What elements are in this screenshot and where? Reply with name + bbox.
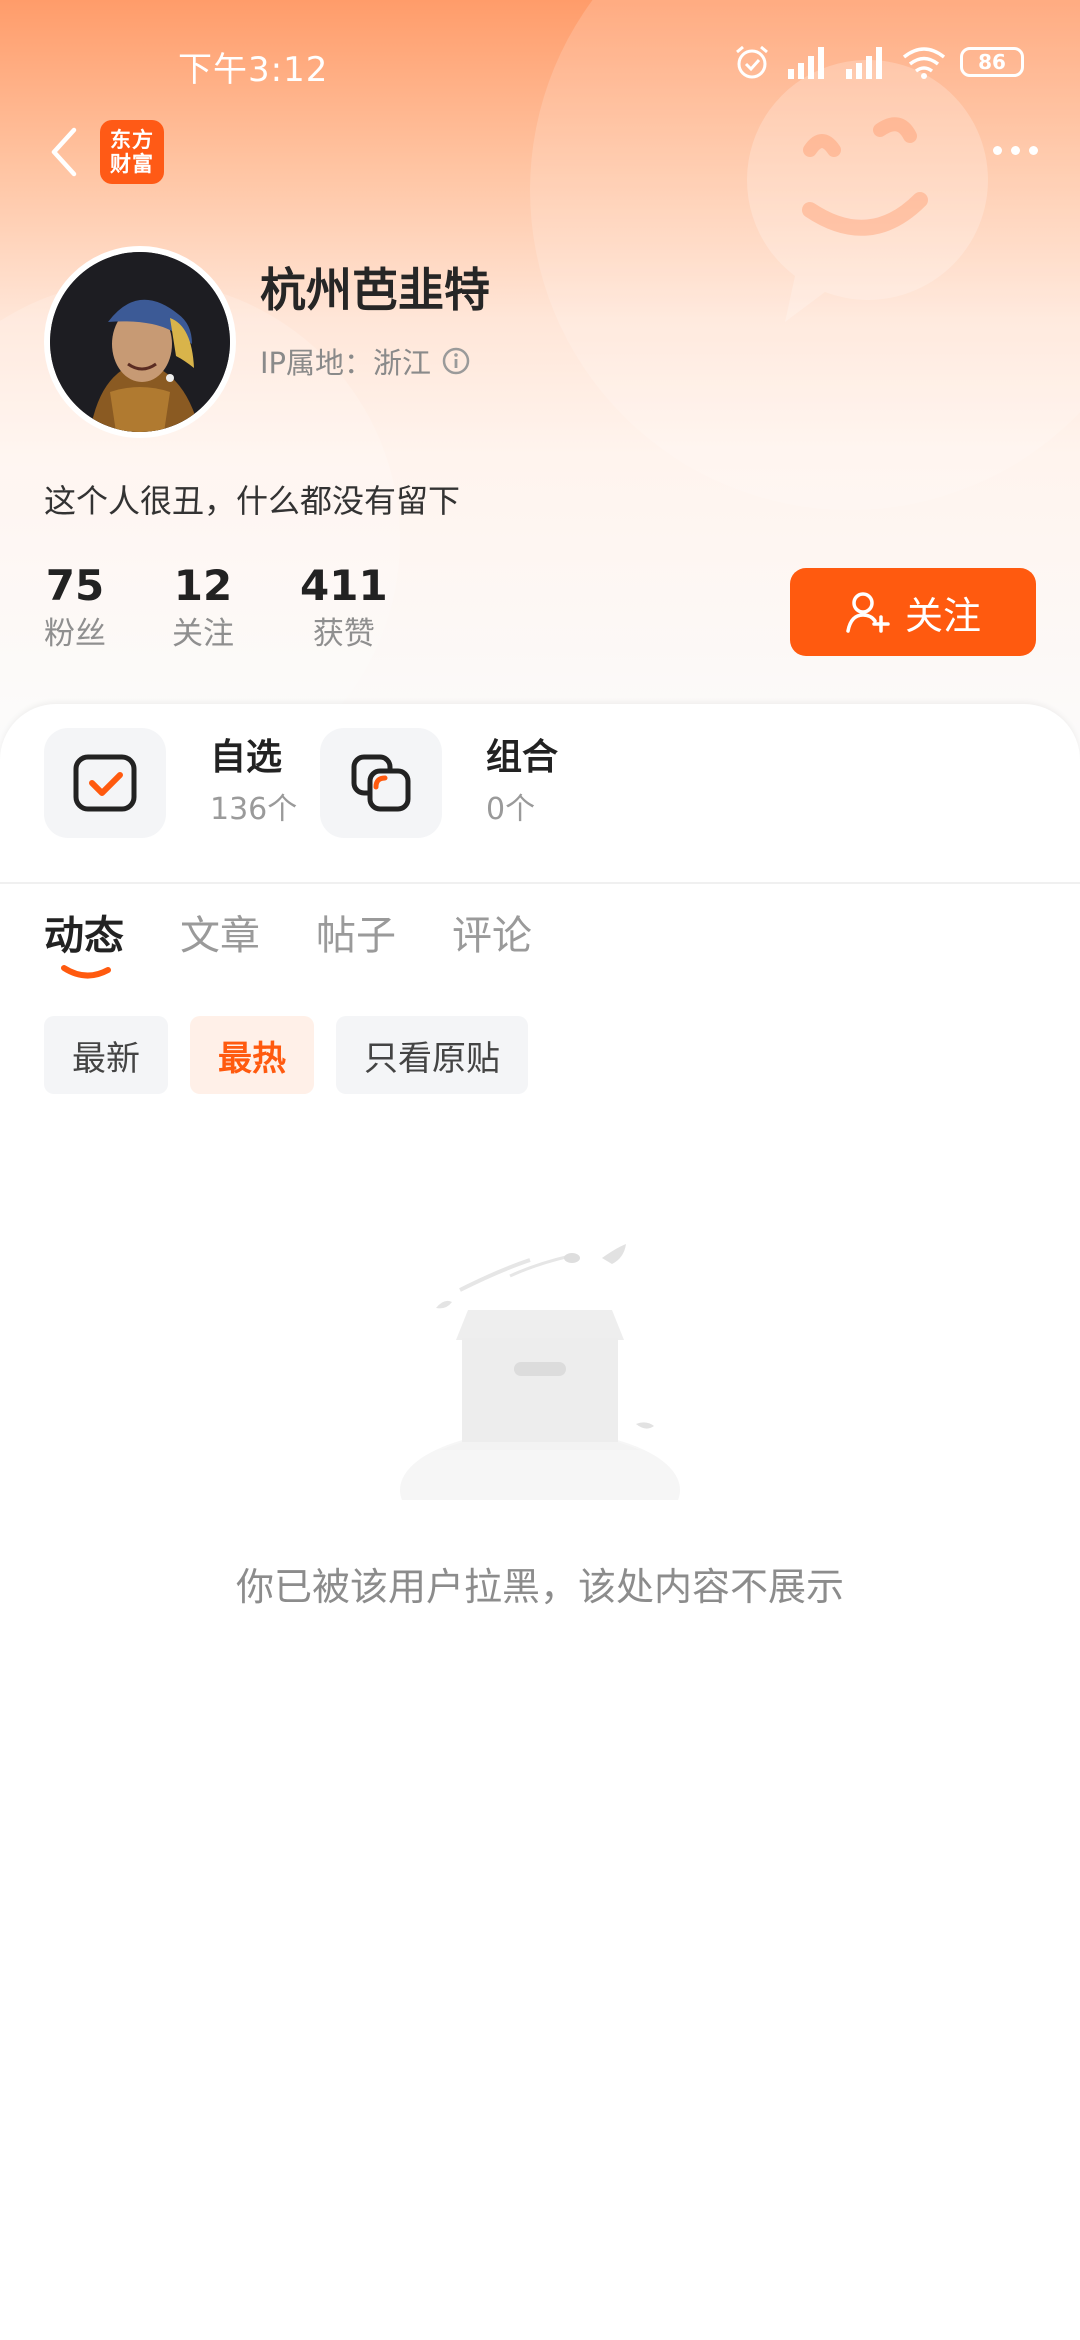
quick-link-portfolio[interactable]: 组合 0个 — [320, 728, 558, 838]
profile-name: 杭州芭韭特 — [260, 263, 490, 317]
filter-hottest[interactable]: 最热 — [190, 1016, 314, 1094]
stat-label: 获赞 — [312, 616, 375, 652]
stat-likes[interactable]: 411 获赞 — [300, 560, 388, 656]
signal-icon — [846, 47, 882, 79]
back-button[interactable] — [38, 122, 88, 182]
info-icon[interactable] — [441, 346, 471, 376]
divider — [0, 882, 1080, 884]
dot-icon — [1010, 145, 1020, 155]
dot-icon — [992, 145, 1002, 155]
status-icons: 86 — [732, 40, 1024, 84]
battery-indicator: 86 — [960, 47, 1024, 77]
tab-label: 文章 — [180, 913, 260, 959]
quick-title: 组合 — [486, 737, 559, 778]
tab-articles[interactable]: 文章 — [180, 906, 260, 976]
follow-label: 关注 — [904, 593, 981, 638]
content-tabs: 动态 文章 帖子 评论 — [44, 906, 532, 979]
quick-title: 自选 — [210, 737, 283, 778]
status-bar: 下午3:12 86 — [0, 0, 1080, 120]
filter-original-only[interactable]: 只看原贴 — [336, 1016, 528, 1094]
tab-dynamics[interactable]: 动态 — [44, 906, 124, 979]
active-tab-indicator — [61, 965, 111, 979]
stat-value: 75 — [45, 561, 105, 610]
quick-text: 组合 0个 — [486, 733, 558, 833]
filter-latest[interactable]: 最新 — [44, 1016, 168, 1094]
logo-text: 财富 — [110, 152, 154, 176]
tab-posts[interactable]: 帖子 — [316, 906, 396, 976]
app-logo: 东方 财富 — [100, 120, 164, 184]
empty-state-message: 你已被该用户拉黑，该处内容不展示 — [235, 1565, 844, 1609]
stat-value: 12 — [173, 561, 233, 610]
checkbox-icon — [73, 754, 137, 812]
tab-label: 帖子 — [316, 913, 396, 959]
stat-label: 粉丝 — [44, 616, 106, 652]
stat-fans[interactable]: 75 粉丝 — [44, 560, 106, 656]
add-user-icon — [846, 592, 890, 633]
ip-location: IP属地：浙江 — [260, 340, 471, 382]
tab-label: 评论 — [452, 913, 532, 959]
signal-icon — [788, 47, 824, 79]
avatar-image — [50, 252, 230, 432]
stat-label: 关注 — [172, 616, 234, 652]
avatar[interactable] — [44, 246, 236, 438]
stat-value: 411 — [300, 561, 388, 610]
stat-following[interactable]: 12 关注 — [172, 560, 234, 656]
quick-link-watchlist[interactable]: 自选 136个 — [44, 728, 297, 838]
quick-count: 0个 — [486, 792, 536, 827]
profile-stats: 75 粉丝 12 关注 411 获赞 — [44, 560, 454, 656]
empty-box-icon — [400, 1244, 680, 1500]
more-options-button[interactable] — [980, 130, 1050, 170]
quick-count: 136个 — [210, 792, 298, 827]
quick-icon-box — [320, 728, 442, 838]
profile-bio: 这个人很丑，什么都没有留下 — [44, 482, 461, 520]
tab-comments[interactable]: 评论 — [452, 906, 532, 976]
quick-icon-box — [44, 728, 166, 838]
quick-text: 自选 136个 — [210, 733, 297, 833]
chevron-left-icon — [51, 127, 77, 177]
portfolio-icon — [351, 754, 411, 812]
tab-label: 动态 — [44, 913, 124, 959]
dot-icon — [1028, 145, 1038, 155]
status-time: 下午3:12 — [178, 50, 329, 90]
filter-chips: 最新 最热 只看原贴 — [44, 1016, 528, 1094]
alarm-icon — [736, 45, 768, 79]
follow-button[interactable]: 关注 — [790, 568, 1036, 656]
wifi-icon — [902, 47, 946, 79]
logo-text: 东方 — [110, 128, 154, 152]
ip-location-text: IP属地：浙江 — [260, 346, 432, 380]
